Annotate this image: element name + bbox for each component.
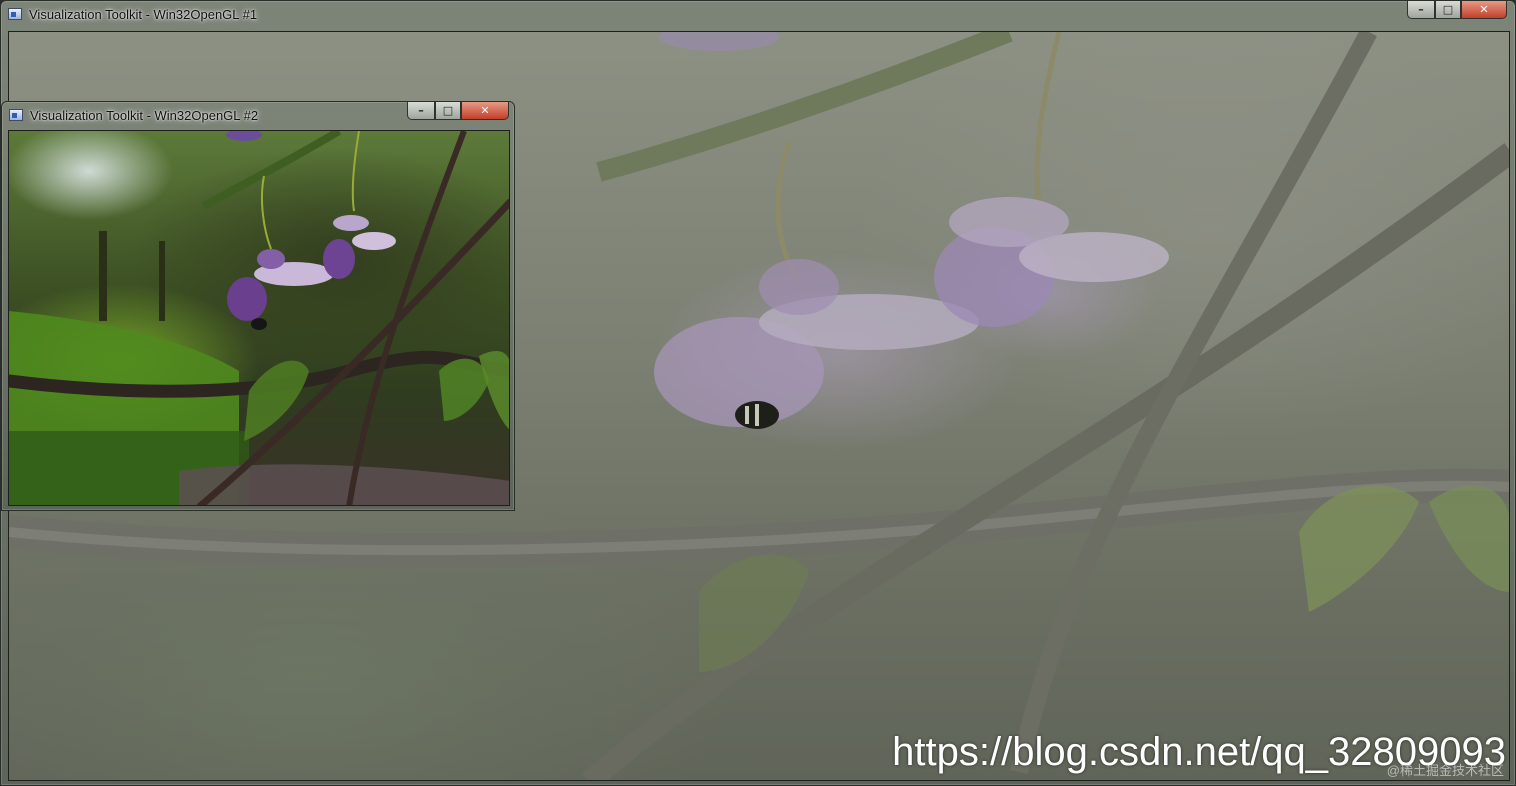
watermark-sub: @稀土掘金技术社区 [1386,763,1504,778]
vtk-render-window-2[interactable]: Visualization Toolkit - Win32OpenGL #2 –… [1,101,515,511]
maximize-button-1[interactable]: □ [1435,1,1461,19]
vtk-window-icon [8,8,22,20]
render-viewport-2[interactable] [8,130,510,506]
close-button-2[interactable]: ✕ [461,102,509,120]
maximize-icon: □ [1442,3,1454,16]
window-title-2: Visualization Toolkit - Win32OpenGL #2 [30,107,259,123]
close-button-1[interactable]: ✕ [1461,1,1507,19]
caption-buttons-1: – □ ✕ [1407,1,1507,19]
caption-buttons-2: – □ ✕ [407,102,509,120]
close-icon: ✕ [480,104,490,117]
window-title-1: Visualization Toolkit - Win32OpenGL #1 [29,6,258,22]
minimize-button-1[interactable]: – [1407,1,1435,19]
minimize-icon: – [418,104,424,117]
title-bar-1[interactable]: Visualization Toolkit - Win32OpenGL #1 [1,1,1515,27]
maximize-button-2[interactable]: □ [435,102,461,120]
maximize-icon: □ [442,104,454,117]
vtk-window-icon [9,109,23,121]
close-icon: ✕ [1479,3,1489,16]
minimize-button-2[interactable]: – [407,102,435,120]
minimize-icon: – [1418,3,1424,16]
rendered-image-2 [9,131,509,505]
